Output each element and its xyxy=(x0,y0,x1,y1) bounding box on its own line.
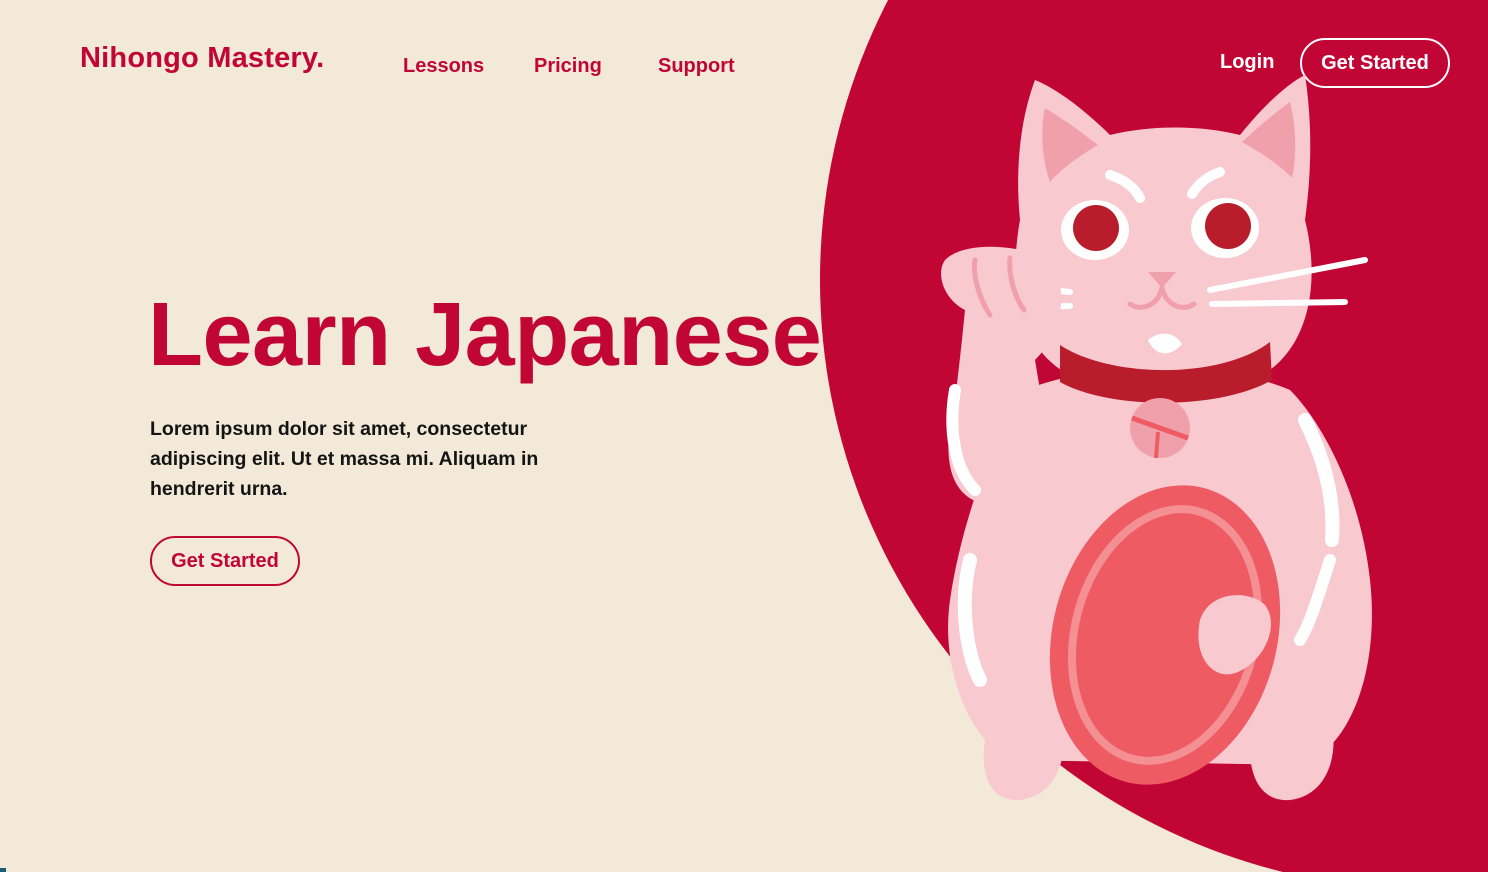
hero-title: Learn Japanese xyxy=(148,285,822,385)
hero-description: Lorem ipsum dolor sit amet, consectetur … xyxy=(150,418,539,500)
nav-link-lessons[interactable]: Lessons xyxy=(403,55,484,78)
nav-link-support[interactable]: Support xyxy=(658,55,735,78)
site-logo[interactable]: Nihongo Mastery. xyxy=(80,42,324,75)
hero-get-started-button[interactable]: Get Started xyxy=(150,536,300,586)
maneki-neko-icon xyxy=(941,75,1372,801)
landing-page: Nihongo Mastery. Lessons Pricing Support… xyxy=(0,0,1488,872)
nav-link-pricing[interactable]: Pricing xyxy=(534,55,602,78)
corner-mark xyxy=(0,868,6,872)
